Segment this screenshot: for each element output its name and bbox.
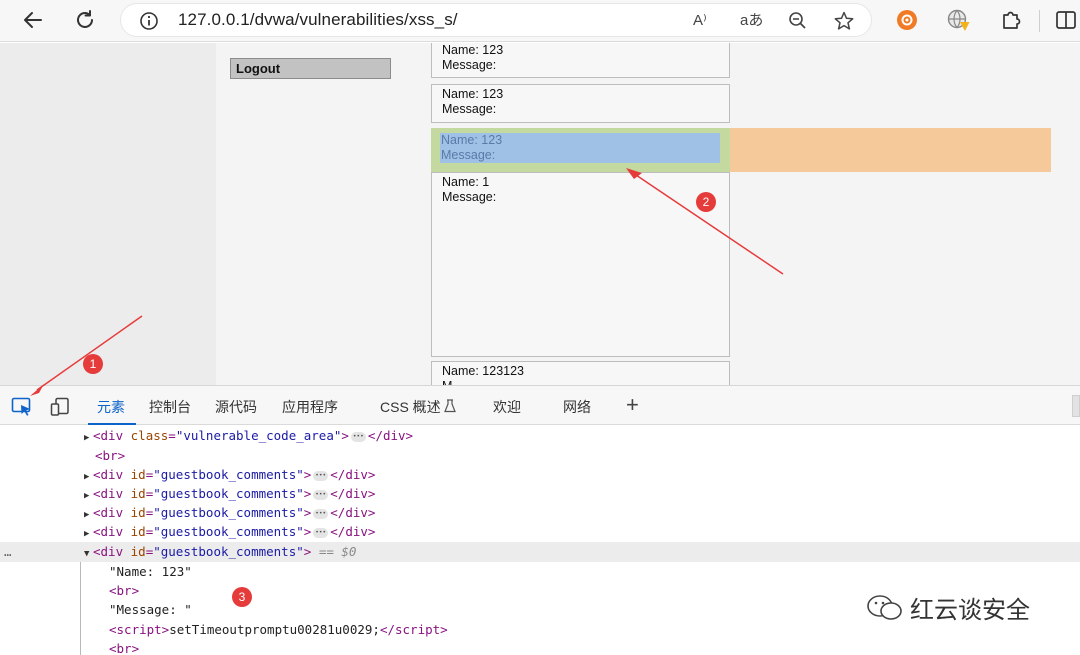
wechat-logo-icon [867,594,902,620]
arrow-2-line [635,174,784,275]
annotation-badge-2: 2 [696,192,716,212]
watermark-text: 红云谈安全 [910,596,1030,624]
arrow-1-line [36,315,143,391]
screenshot-root: 127.0.0.1/dvwa/vulnerabilities/xss_s/ A⁾… [0,0,1080,655]
annotation-arrows [30,168,784,396]
watermark: 红云谈安全 [866,590,1030,625]
annotation-badge-3: 3 [232,587,252,607]
annotation-badge-1: 1 [83,354,103,374]
